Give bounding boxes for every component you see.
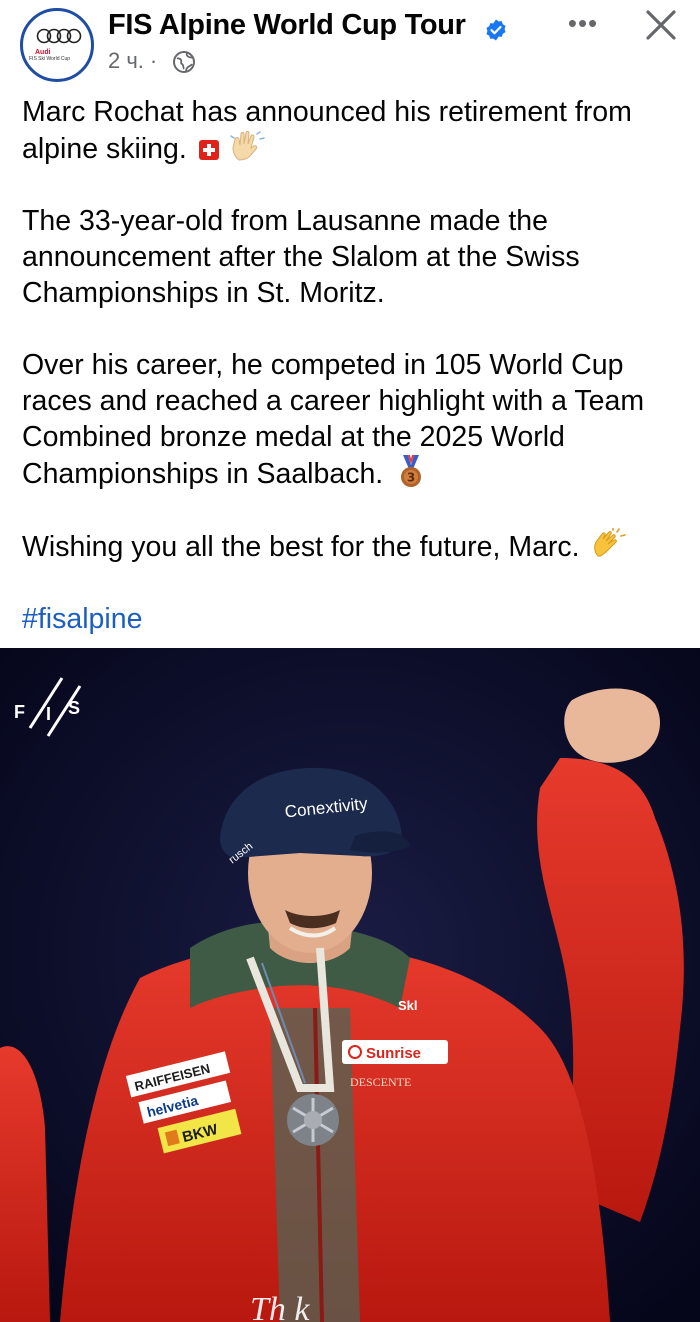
sponsor-descente: DESCENTE bbox=[350, 1075, 411, 1089]
post-paragraph-3: Over his career, he competed in 105 Worl… bbox=[22, 347, 687, 492]
audi-rings-logo bbox=[36, 28, 82, 44]
verified-badge-icon bbox=[486, 19, 506, 41]
post-time[interactable]: 2 ч. bbox=[108, 48, 144, 73]
meta-dot: · bbox=[149, 48, 158, 73]
avatar[interactable]: Audi FIS Ski World Cup bbox=[20, 8, 94, 82]
post-paragraph-4-text: Wishing you all the best for the future,… bbox=[22, 531, 580, 563]
photo-caption-partial: Th k bbox=[250, 1291, 310, 1322]
clapping-hands-emoji-icon bbox=[593, 528, 626, 557]
post-text: Marc Rochat has announced his retirement… bbox=[22, 94, 687, 637]
post-photo[interactable]: F I S Conextivity rusch RAIFFEISEN helve… bbox=[0, 648, 700, 1322]
waving-hand-emoji-icon bbox=[230, 131, 265, 161]
post-paragraph-2: The 33-year-old from Lausanne made the a… bbox=[22, 205, 580, 309]
sponsor-ski: Skl bbox=[398, 998, 418, 1013]
globe-icon bbox=[173, 51, 195, 73]
post-paragraph-3-text: Over his career, he competed in 105 Worl… bbox=[22, 349, 645, 490]
hashtag-link[interactable]: #fisalpine bbox=[22, 601, 687, 637]
svg-text:Sunrise: Sunrise bbox=[366, 1045, 421, 1062]
post-paragraph-1: Marc Rochat has announced his retirement… bbox=[22, 94, 687, 167]
post-paragraph-4: Wishing you all the best for the future,… bbox=[22, 528, 687, 565]
swiss-flag-emoji-icon bbox=[198, 140, 219, 160]
bronze-medal bbox=[287, 1094, 339, 1146]
post-header: Audi FIS Ski World Cup FIS Alpine World … bbox=[0, 0, 700, 88]
svg-text:F: F bbox=[14, 702, 25, 722]
avatar-sub: FIS Ski World Cup bbox=[29, 56, 71, 62]
fist bbox=[564, 688, 660, 763]
close-icon[interactable] bbox=[642, 6, 680, 44]
photo-illustration: F I S Conextivity rusch RAIFFEISEN helve… bbox=[0, 648, 700, 1322]
post-card: Audi FIS Ski World Cup FIS Alpine World … bbox=[0, 0, 700, 1322]
post-line-1: Marc Rochat has announced his retirement… bbox=[22, 96, 632, 165]
more-options-icon[interactable]: ••• bbox=[560, 10, 606, 40]
svg-text:I: I bbox=[46, 704, 51, 724]
bronze-medal-emoji-icon: 3 bbox=[401, 455, 422, 487]
page-name[interactable]: FIS Alpine World Cup Tour bbox=[108, 9, 466, 42]
post-meta: 2 ч. · bbox=[108, 48, 163, 74]
svg-text:S: S bbox=[68, 698, 80, 718]
avatar-brand: Audi bbox=[35, 49, 51, 56]
svg-text:3: 3 bbox=[407, 471, 415, 485]
sponsor-sunrise: Sunrise bbox=[342, 1040, 448, 1064]
